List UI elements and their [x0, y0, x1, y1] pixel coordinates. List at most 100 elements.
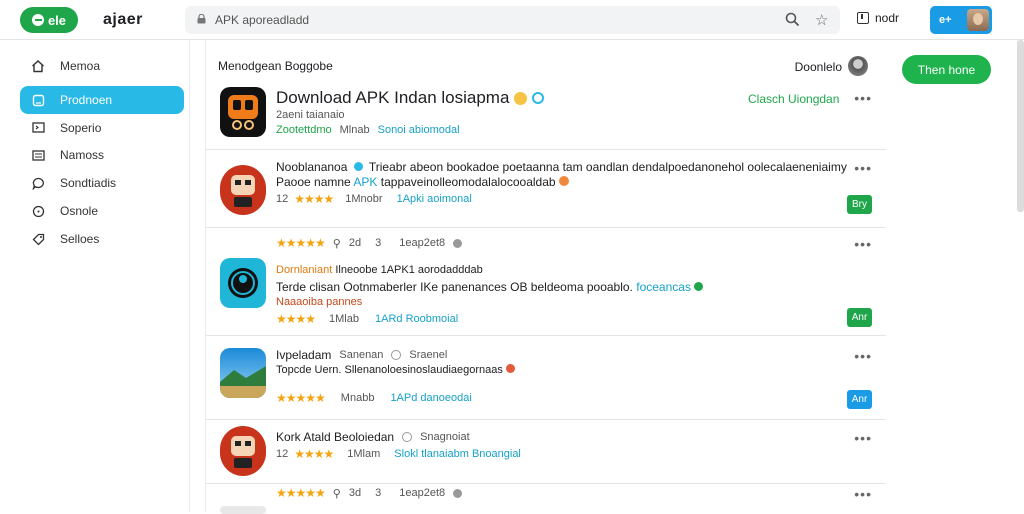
- app-name[interactable]: Nooblananoa: [276, 160, 347, 174]
- rating-count: 12: [276, 193, 289, 205]
- age: 3d: [348, 487, 362, 499]
- more-options-icon[interactable]: •••: [854, 160, 872, 176]
- app-description: Terde clisan Ootnmaberler IKe panenances…: [276, 280, 633, 294]
- get-button[interactable]: Anr: [847, 308, 872, 327]
- sidebar-item-soperio[interactable]: Soperio: [20, 114, 184, 142]
- more-options-icon[interactable]: •••: [854, 236, 872, 252]
- sidebar-item-sondtiadis[interactable]: Sondtiadis: [20, 169, 184, 197]
- get-button[interactable]: Bry: [847, 195, 872, 214]
- rating-count: 12: [276, 448, 289, 460]
- list-item: ★★★★★ ⚲ 3d 3 1eap2et8 •••: [206, 484, 886, 514]
- search-bar[interactable]: ☆: [185, 6, 840, 34]
- info-icon: [453, 488, 463, 498]
- apk-link[interactable]: Slokl tlanaiabm Bnoangial: [394, 448, 521, 460]
- app-icon-robot[interactable]: [220, 426, 266, 476]
- info-icon: [453, 238, 463, 248]
- sidebar: Memoa Prodnoen Soperio Namoss Sondtiadis…: [0, 40, 190, 512]
- list-item: Ivpeladam Sanenan Sraenel Topcde Uern. S…: [206, 336, 886, 420]
- app-subline: 2aeni taianaio: [276, 109, 345, 121]
- logo-button[interactable]: ele: [20, 7, 78, 33]
- sidebar-item-label: Soperio: [60, 121, 102, 135]
- list-item: Nooblananoa Trieabr abeon bookadoe poeta…: [206, 150, 886, 228]
- get-button[interactable]: Anr: [847, 390, 872, 409]
- apk-tag: APK: [353, 175, 378, 189]
- sidebar-item-products[interactable]: Prodnoen: [20, 86, 184, 114]
- play-icon: [391, 350, 402, 360]
- emoji-icon: [505, 364, 515, 373]
- more-options-icon[interactable]: •••: [854, 348, 872, 364]
- app-name[interactable]: Ivpeladam: [276, 348, 331, 362]
- rating-stars: ★★★★: [294, 447, 334, 461]
- apk-link[interactable]: 1Apki aoimonal: [397, 193, 472, 205]
- app-description: Topcde Uern. Sllenanoloesinoslaudiaegorn…: [276, 364, 503, 376]
- sidebar-item-label: Prodnoen: [60, 93, 113, 107]
- app-name[interactable]: Dornlaniant: [276, 264, 332, 276]
- search-icon[interactable]: [785, 12, 800, 27]
- list-icon: [30, 149, 46, 161]
- emoji-icon: [514, 91, 528, 105]
- more-options-icon[interactable]: •••: [854, 90, 872, 106]
- sidebar-item-label: Memoa: [60, 59, 101, 73]
- square-icon: [30, 94, 46, 107]
- sidebar-item-label: Namoss: [60, 148, 105, 162]
- avatar: [967, 9, 989, 31]
- app-name[interactable]: Kork Atald Beoloiedan: [276, 430, 394, 444]
- lock-icon: [197, 14, 206, 24]
- verified-icon: [532, 92, 545, 104]
- developer-avatar[interactable]: [848, 56, 868, 76]
- right-column: Then hone: [886, 40, 1024, 512]
- app-description: Trieabr abeon bookadoe poetaanna tam oan…: [368, 160, 847, 174]
- more-options-icon[interactable]: •••: [854, 486, 872, 502]
- app-icon-cyan[interactable]: [220, 258, 266, 308]
- user-button[interactable]: e+: [930, 6, 992, 34]
- app-icon-main[interactable]: [220, 87, 266, 137]
- sidebar-item-osnole[interactable]: Osnole: [20, 197, 184, 225]
- sidebar-item-home[interactable]: Memoa: [20, 52, 184, 80]
- list-item: ★★★★★ ⚲ 2d 3 1eap2et8 ••• Dornlaniant Il…: [206, 228, 886, 336]
- primary-action-button[interactable]: Then hone: [902, 55, 991, 84]
- downloads: 1Mlab: [329, 313, 359, 325]
- search-input[interactable]: [215, 10, 755, 30]
- replies: 3: [375, 237, 382, 249]
- scrollbar[interactable]: [1017, 40, 1024, 212]
- stat-mid: Mlnab: [339, 124, 370, 136]
- developer-name[interactable]: Doonlelo: [795, 60, 842, 74]
- apk-link[interactable]: 1ARd Roobmoial: [375, 313, 458, 325]
- downloads: 1Mlam: [347, 448, 381, 460]
- date: 1eap2et8: [399, 237, 446, 249]
- apk-link[interactable]: 1APd danoeodai: [390, 392, 471, 404]
- app-icon-placeholder: [220, 506, 266, 514]
- pin-icon: ⚲: [332, 237, 341, 250]
- sidebar-item-namoss[interactable]: Namoss: [20, 141, 184, 169]
- pin-icon: ⚲: [332, 487, 341, 500]
- app-subname: Sanenan: [339, 349, 384, 361]
- app-subname: Ilneoobe 1APK1 aorodadddab: [335, 264, 483, 276]
- more-options-icon[interactable]: •••: [854, 430, 872, 446]
- clock-icon: [30, 205, 46, 218]
- top-action-button[interactable]: nodr: [857, 11, 899, 25]
- bookmark-star-icon[interactable]: ☆: [815, 11, 828, 29]
- stat-blue: Sonoi abiomodal: [377, 124, 460, 136]
- chat-icon: [30, 177, 46, 190]
- tag-icon: [30, 233, 46, 246]
- sidebar-item-label: Sondtiadis: [60, 176, 117, 190]
- app-category: Sraenel: [409, 349, 448, 361]
- clasch-link[interactable]: Clasch Uiongdan: [748, 92, 839, 106]
- app-icon-robot[interactable]: [220, 165, 266, 215]
- rating-stars: ★★★★: [276, 312, 316, 326]
- sidebar-item-selloes[interactable]: Selloes: [20, 225, 184, 253]
- sidebar-item-label: Selloes: [60, 232, 100, 246]
- app-category: Snagnoiat: [420, 431, 470, 443]
- app-list: Menodgean Boggobe Doonlelo Download APK …: [205, 40, 886, 514]
- app-title: Download APK Indan losiapma: [276, 88, 510, 107]
- header-card: Menodgean Boggobe Doonlelo Download APK …: [206, 40, 886, 150]
- app-icon-landscape[interactable]: [220, 348, 266, 398]
- app-tag[interactable]: foceancas: [636, 280, 691, 294]
- stat-green: Zootettdmo: [276, 124, 332, 136]
- screen-icon: [30, 122, 46, 134]
- window-icon: [857, 12, 869, 24]
- app-description-2c: tappaveinolleomodalalocooaldab: [380, 175, 556, 189]
- date: 1eap2et8: [399, 487, 446, 499]
- sidebar-item-label: Osnole: [60, 204, 99, 218]
- rating-stars: ★★★★★: [276, 236, 326, 250]
